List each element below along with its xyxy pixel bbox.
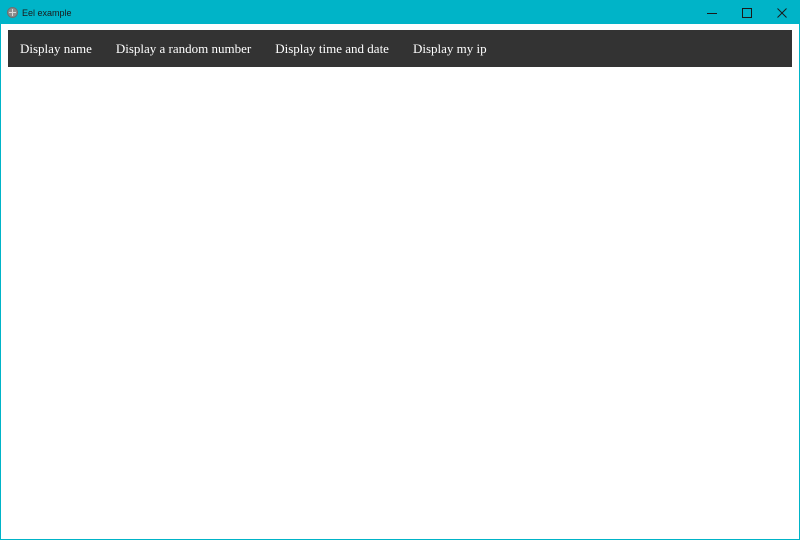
nav-display-name[interactable]: Display name <box>8 30 104 67</box>
title-bar[interactable]: Eel example <box>1 1 799 24</box>
nav-display-my-ip[interactable]: Display my ip <box>401 30 499 67</box>
close-icon <box>776 7 787 18</box>
maximize-button[interactable] <box>729 1 764 24</box>
window-controls <box>694 1 799 24</box>
window-title: Eel example <box>22 7 72 18</box>
app-window: Eel example Display name Display a rando… <box>0 0 800 540</box>
nav-display-random-number[interactable]: Display a random number <box>104 30 263 67</box>
globe-icon <box>7 7 18 18</box>
nav-display-time-and-date[interactable]: Display time and date <box>263 30 401 67</box>
nav-bar: Display name Display a random number Dis… <box>8 30 792 67</box>
content-area <box>8 67 792 533</box>
minimize-icon <box>706 12 717 14</box>
minimize-button[interactable] <box>694 1 729 24</box>
close-button[interactable] <box>764 1 799 24</box>
maximize-icon <box>741 7 752 18</box>
